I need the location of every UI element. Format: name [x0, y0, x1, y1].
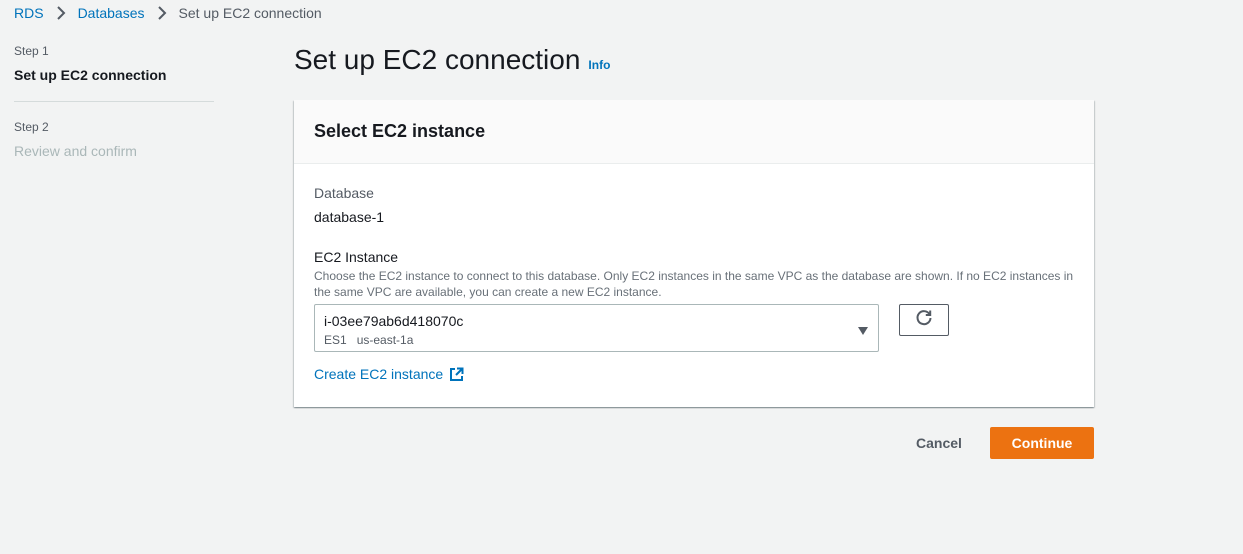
step-number: Step 1 — [14, 44, 49, 58]
breadcrumb: RDS Databases Set up EC2 connection — [14, 4, 322, 22]
external-link-icon — [449, 367, 464, 382]
info-link[interactable]: Info — [588, 58, 610, 72]
continue-button[interactable]: Continue — [990, 427, 1094, 459]
select-ec2-panel: Select EC2 instance Database database-1 … — [294, 100, 1094, 407]
instance-zone: us-east-1a — [356, 333, 414, 347]
page-header: Set up EC2 connection Info — [294, 44, 610, 76]
instance-name: ES1 — [324, 333, 347, 347]
refresh-icon — [915, 309, 933, 332]
database-label: Database — [314, 185, 374, 201]
page-title: Set up EC2 connection — [294, 44, 581, 75]
step-title: Set up EC2 connection — [14, 67, 167, 83]
step-title: Review and confirm — [14, 143, 137, 159]
database-value: database-1 — [314, 209, 385, 225]
panel-body: Database database-1 EC2 Instance Choose … — [294, 164, 1094, 384]
wizard-steps: Step 1 Set up EC2 connection Step 2 Revi… — [14, 43, 214, 160]
cancel-button[interactable]: Cancel — [900, 427, 978, 459]
selected-instance-id: i-03ee79ab6d418070c — [324, 313, 464, 329]
panel-header: Select EC2 instance — [294, 100, 1094, 164]
breadcrumb-current: Set up EC2 connection — [178, 5, 322, 21]
panel-title: Select EC2 instance — [314, 121, 486, 141]
refresh-button[interactable] — [899, 304, 949, 336]
chevron-right-icon — [52, 4, 70, 22]
step-number: Step 2 — [14, 120, 49, 134]
step-2: Step 2 Review and confirm — [14, 119, 214, 160]
page: RDS Databases Set up EC2 connection Step… — [0, 0, 1243, 554]
step-divider — [14, 101, 214, 102]
create-ec2-instance-link[interactable]: Create EC2 instance — [314, 366, 464, 382]
step-1[interactable]: Step 1 Set up EC2 connection — [14, 43, 214, 84]
breadcrumb-rds[interactable]: RDS — [14, 5, 44, 21]
chevron-right-icon — [153, 4, 171, 22]
ec2-instance-select[interactable]: i-03ee79ab6d418070c ES1 us-east-1a — [314, 304, 879, 352]
ec2-select-row: i-03ee79ab6d418070c ES1 us-east-1a — [314, 304, 1074, 352]
ec2-instance-description: Choose the EC2 instance to connect to th… — [314, 269, 1074, 299]
caret-down-icon — [857, 323, 869, 335]
create-link-label: Create EC2 instance — [314, 366, 444, 382]
breadcrumb-databases[interactable]: Databases — [78, 5, 145, 21]
ec2-instance-label: EC2 Instance — [314, 249, 399, 265]
selected-instance-meta: ES1 us-east-1a — [324, 332, 878, 348]
